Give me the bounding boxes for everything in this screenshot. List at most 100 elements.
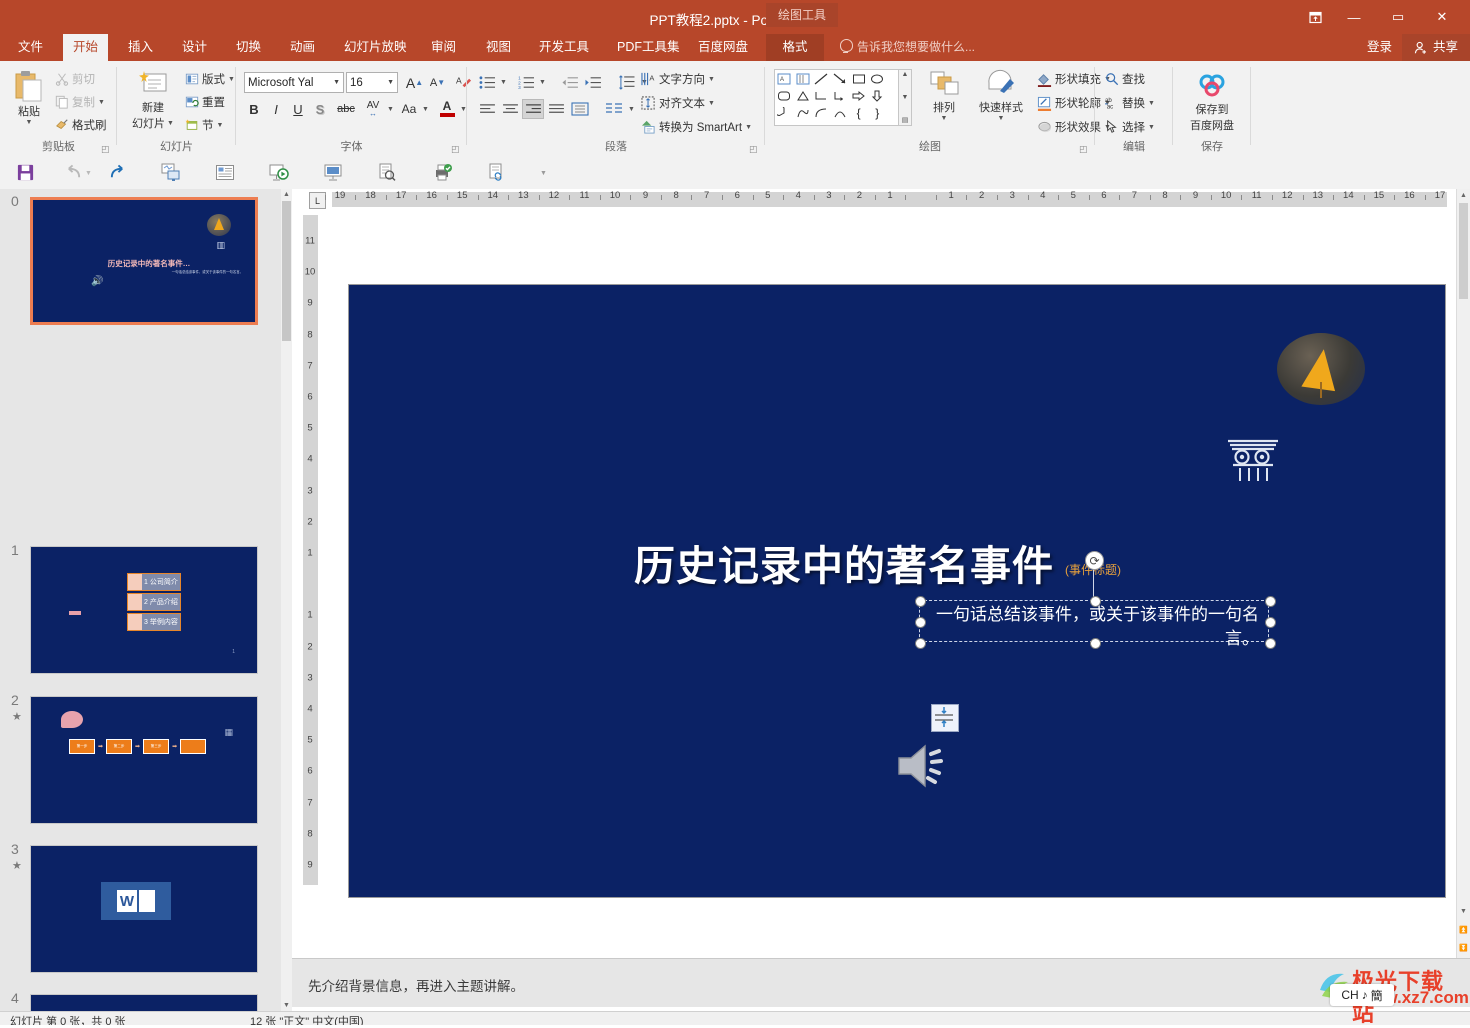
layout-dropdown-icon[interactable]: ▼ bbox=[228, 76, 235, 83]
drawing-dialog-launcher[interactable]: ◰ bbox=[1079, 144, 1089, 154]
tab-format[interactable]: 格式 bbox=[766, 34, 824, 61]
tell-me-box[interactable]: 告诉我您想要做什么... bbox=[840, 34, 975, 61]
align-text-dropdown-icon[interactable]: ▼ bbox=[708, 100, 715, 107]
autumn-leaf-photo[interactable] bbox=[1277, 333, 1365, 405]
thumbnail-slide-1[interactable]: 1 公司简介 2 产品介绍 3 举例内容 1 bbox=[30, 546, 258, 674]
shape-elbow-arrow-icon[interactable] bbox=[831, 87, 850, 104]
tab-stop-selector[interactable]: L bbox=[309, 192, 326, 209]
tab-pdf-tools[interactable]: PDF工具集 bbox=[607, 34, 690, 61]
ribbon-display-options-icon[interactable] bbox=[1298, 4, 1332, 30]
decrease-indent-button[interactable] bbox=[558, 72, 580, 92]
text-shadow-button[interactable]: S bbox=[310, 99, 330, 119]
tab-view[interactable]: 视图 bbox=[476, 34, 521, 61]
undo-icon[interactable] bbox=[60, 160, 86, 184]
increase-indent-button[interactable] bbox=[581, 72, 603, 92]
underline-button[interactable]: U bbox=[288, 99, 308, 119]
shape-arrow-icon[interactable] bbox=[831, 70, 850, 87]
resize-handle-w[interactable] bbox=[915, 617, 926, 628]
shapes-gallery[interactable]: A {} ▲ ▼ ▤ bbox=[774, 69, 912, 126]
font-size-dropdown-icon[interactable]: ▼ bbox=[384, 79, 394, 86]
layout-button[interactable]: 版式 ▼ bbox=[185, 71, 235, 87]
font-color-button[interactable]: A bbox=[436, 97, 458, 120]
text-columns-dropdown-icon[interactable]: ▼ bbox=[628, 106, 635, 113]
shape-rounded-rect-icon[interactable] bbox=[775, 87, 794, 104]
decrease-font-size-button[interactable]: A ▼ bbox=[427, 72, 448, 93]
thumbnail-slide-0[interactable]: ▥ 历史记录中的著名事件… 一句话总结该事件，或关于该事件的一句名言。 🔊 bbox=[30, 197, 258, 325]
shape-right-brace-icon[interactable]: } bbox=[868, 104, 887, 121]
shapes-gallery-scroll[interactable]: ▲ ▼ ▤ bbox=[898, 70, 911, 125]
shape-left-brace-icon[interactable]: { bbox=[849, 104, 868, 121]
thumb-scroll-down-icon[interactable]: ▼ bbox=[282, 1000, 291, 1011]
align-text-button[interactable]: 对齐文本 ▼ bbox=[641, 95, 715, 111]
slide-preview-2[interactable]: 第一步 ➡ 第二步 ➡ 第三步 ➡ ▦ bbox=[30, 696, 258, 824]
columns-button[interactable] bbox=[568, 99, 592, 119]
thumbnail-slide-3[interactable]: W bbox=[30, 845, 258, 973]
shape-elbow-connector-icon[interactable] bbox=[812, 87, 831, 104]
slideshow-icon[interactable] bbox=[320, 160, 346, 184]
notes-pane[interactable]: 先介绍背景信息，再进入主题讲解。 bbox=[292, 958, 1470, 1007]
previous-slide-icon[interactable]: ⏫ bbox=[1457, 923, 1470, 936]
resize-handle-ne[interactable] bbox=[1265, 596, 1276, 607]
save-to-baidu-netdisk-button[interactable]: 保存到 百度网盘 bbox=[1182, 71, 1242, 133]
arrange-dropdown-icon[interactable]: ▼ bbox=[941, 115, 948, 122]
slide-preview-3[interactable]: W bbox=[30, 845, 258, 973]
quick-styles-button[interactable]: 快速样式 ▼ bbox=[973, 69, 1029, 122]
tab-animations[interactable]: 动画 bbox=[280, 34, 325, 61]
select-dropdown-icon[interactable]: ▼ bbox=[1148, 124, 1155, 131]
shape-right-arrow-icon[interactable] bbox=[849, 87, 868, 104]
hyperlink-icon[interactable] bbox=[484, 160, 510, 184]
ime-indicator[interactable]: CH ♪ 簡 bbox=[1330, 984, 1394, 1006]
shape-curve-icon[interactable] bbox=[831, 104, 850, 121]
replace-button[interactable]: ab ac 替换 ▼ bbox=[1105, 95, 1155, 111]
resize-handle-e[interactable] bbox=[1265, 617, 1276, 628]
shape-pie-icon[interactable] bbox=[775, 104, 794, 121]
gallery-more-icon[interactable]: ▤ bbox=[902, 116, 909, 124]
align-left-button[interactable] bbox=[476, 99, 498, 119]
shape-freeform-icon[interactable] bbox=[794, 104, 813, 121]
new-slide-dropdown-icon[interactable]: ▼ bbox=[167, 120, 174, 127]
resize-handle-n[interactable] bbox=[1090, 596, 1101, 607]
resize-handle-sw[interactable] bbox=[915, 638, 926, 649]
notes-text[interactable]: 先介绍背景信息，再进入主题讲解。 bbox=[308, 975, 524, 995]
maximize-button[interactable]: ▭ bbox=[1376, 4, 1420, 30]
tab-review[interactable]: 审阅 bbox=[421, 34, 466, 61]
bullets-button[interactable] bbox=[476, 72, 498, 92]
minimize-button[interactable]: — bbox=[1332, 4, 1376, 30]
replace-dropdown-icon[interactable]: ▼ bbox=[1148, 100, 1155, 107]
audio-speaker-icon[interactable] bbox=[895, 704, 959, 792]
line-spacing-button[interactable] bbox=[615, 72, 639, 92]
change-case-dropdown-icon[interactable]: ▼ bbox=[422, 106, 429, 113]
rotation-handle[interactable]: ⟳ bbox=[1085, 551, 1104, 570]
section-dropdown-icon[interactable]: ▼ bbox=[217, 122, 224, 129]
quick-print-icon[interactable] bbox=[430, 160, 456, 184]
change-case-button[interactable]: Aa bbox=[397, 99, 421, 119]
convert-to-smartart-button[interactable]: 转换为 SmartArt ▼ bbox=[641, 119, 752, 135]
tab-design[interactable]: 设计 bbox=[172, 34, 217, 61]
start-from-current-slide-icon[interactable] bbox=[158, 160, 184, 184]
horizontal-ruler[interactable]: L 19 18 17 16 15 14 13 12 11 10 9 8 7 6 5 4 3 2 1 1 2 3 4 5 6 7 8 9… bbox=[300, 189, 1455, 209]
thumb-scroll-thumb[interactable] bbox=[282, 201, 291, 341]
italic-button[interactable]: I bbox=[266, 99, 286, 119]
next-slide-icon[interactable]: ⏬ bbox=[1457, 941, 1470, 954]
print-preview-icon[interactable] bbox=[374, 160, 400, 184]
vertical-ruler[interactable]: 11 10 9 8 7 6 5 4 3 2 1 1 2 3 4 5 6 7 8 9 bbox=[300, 215, 320, 885]
new-slide-button[interactable]: 新建 幻灯片 ▼ bbox=[126, 69, 180, 131]
tab-insert[interactable]: 插入 bbox=[118, 34, 163, 61]
font-dialog-launcher[interactable]: ◰ bbox=[451, 144, 461, 154]
audio-trim-badge[interactable] bbox=[931, 704, 959, 732]
numbering-button[interactable]: 123 bbox=[515, 72, 537, 92]
tab-home[interactable]: 开始 bbox=[63, 34, 109, 61]
section-button[interactable]: 节 ▼ bbox=[185, 117, 223, 133]
gallery-scroll-up-icon[interactable]: ▲ bbox=[902, 71, 909, 78]
text-columns-button[interactable] bbox=[602, 99, 626, 119]
save-icon[interactable] bbox=[12, 160, 38, 184]
increase-font-size-button[interactable]: A ▲ bbox=[404, 72, 425, 93]
slide-area-scrollbar[interactable]: ▲ ▼ ⏫ ⏬ bbox=[1456, 189, 1470, 958]
bold-button[interactable]: B bbox=[244, 99, 264, 119]
undo-dropdown-icon[interactable]: ▼ bbox=[85, 170, 92, 177]
scroll-up-icon[interactable]: ▲ bbox=[1457, 189, 1470, 202]
align-right-button[interactable] bbox=[522, 99, 544, 119]
smartart-dropdown-icon[interactable]: ▼ bbox=[745, 124, 752, 131]
text-direction-dropdown-icon[interactable]: ▼ bbox=[708, 76, 715, 83]
scroll-thumb[interactable] bbox=[1459, 203, 1468, 299]
